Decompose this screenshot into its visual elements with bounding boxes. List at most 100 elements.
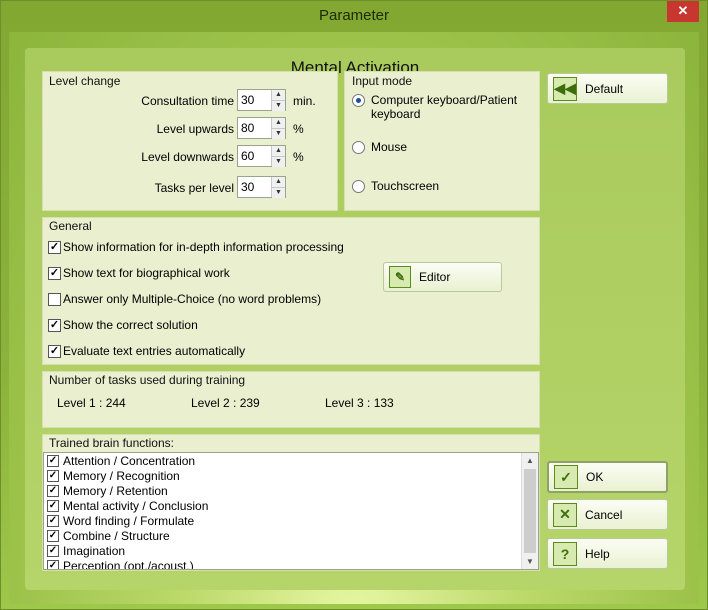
level-3-count: Level 3 : 133 <box>325 396 394 410</box>
edit-note-icon: ✎ <box>389 266 411 288</box>
scroll-down-icon[interactable]: ▼ <box>522 554 538 569</box>
checkbox-label: Show the correct solution <box>63 318 198 332</box>
checkbox-checked-icon[interactable]: ✓ <box>48 344 61 358</box>
checkbox-checked-icon[interactable]: ✓ <box>47 514 59 527</box>
window-title: Parameter <box>318 7 390 24</box>
question-mark-icon: ? <box>553 541 577 566</box>
spin-up-icon[interactable]: ▲ <box>272 146 285 157</box>
list-item[interactable]: ✓ Mental activity / Conclusion <box>44 498 538 513</box>
cancel-button[interactable]: ✕ Cancel <box>547 499 668 530</box>
tasks-per-level-value[interactable]: 30 <box>238 177 271 197</box>
list-item[interactable]: ✓ Combine / Structure <box>44 528 538 543</box>
consultation-time-unit: min. <box>293 94 316 108</box>
checkbox-checked-icon[interactable]: ✓ <box>47 454 59 467</box>
list-item[interactable]: ✓ Perception (opt./acoust.) <box>44 558 538 569</box>
checkbox-checked-icon[interactable]: ✓ <box>48 266 61 280</box>
radio-keyboard-label: Computer keyboard/Patient keyboard <box>371 93 518 121</box>
scroll-up-icon[interactable]: ▲ <box>522 453 538 468</box>
general-label: General <box>49 219 92 233</box>
level-downwards-label: Level downwards <box>141 150 234 164</box>
checkbox-multiple-choice[interactable]: Answer only Multiple-Choice (no word pro… <box>48 292 321 306</box>
ok-button-label: OK <box>586 470 604 484</box>
spin-up-icon[interactable]: ▲ <box>272 90 285 101</box>
checkbox-correct-solution[interactable]: ✓ Show the correct solution <box>48 318 198 332</box>
level-2-count: Level 2 : 239 <box>191 396 260 410</box>
checkbox-label: Evaluate text entries automatically <box>63 344 246 358</box>
parameter-window: Parameter ✕ Mental Activation Level chan… <box>0 0 708 610</box>
checkbox-checked-icon[interactable]: ✓ <box>47 469 59 482</box>
level-upwards-label: Level upwards <box>156 122 234 136</box>
checkbox-evaluate-text[interactable]: ✓ Evaluate text entries automatically <box>48 344 245 358</box>
cancel-button-label: Cancel <box>585 507 623 522</box>
consultation-time-spinner[interactable]: 30 ▲ ▼ <box>237 89 286 111</box>
checkbox-checked-icon[interactable]: ✓ <box>48 240 61 254</box>
rewind-icon: ◀◀ <box>553 76 577 101</box>
checkbox-show-text[interactable]: ✓ Show text for biographical work <box>48 266 230 280</box>
help-button-label: Help <box>585 546 610 561</box>
checkbox-checked-icon[interactable]: ✓ <box>47 544 59 557</box>
spin-up-icon[interactable]: ▲ <box>272 177 285 188</box>
level-upwards-value[interactable]: 80 <box>238 118 271 138</box>
input-mode-label: Input mode <box>352 74 413 88</box>
list-item-label: Combine / Structure <box>63 528 170 543</box>
ok-button[interactable]: ✓ OK <box>547 461 668 493</box>
list-item[interactable]: ✓ Attention / Concentration <box>44 453 538 468</box>
level-downwards-unit: % <box>293 150 304 164</box>
checkmark-icon: ✓ <box>554 465 578 489</box>
list-item[interactable]: ✓ Memory / Retention <box>44 483 538 498</box>
level-change-label: Level change <box>49 74 121 88</box>
editor-button-label: Editor <box>419 270 451 284</box>
level-downwards-spinner[interactable]: 60 ▲ ▼ <box>237 145 286 167</box>
default-button-label: Default <box>585 81 624 96</box>
list-item-label: Memory / Recognition <box>63 468 180 483</box>
radio-mouse[interactable]: Mouse <box>352 140 407 154</box>
spin-down-icon[interactable]: ▼ <box>272 129 285 139</box>
help-button[interactable]: ? Help <box>547 538 668 569</box>
list-item[interactable]: ✓ Word finding / Formulate <box>44 513 538 528</box>
checkbox-checked-icon[interactable]: ✓ <box>48 318 61 332</box>
level-1-count: Level 1 : 244 <box>57 396 126 410</box>
level-upwards-unit: % <box>293 122 304 136</box>
checkbox-show-information[interactable]: ✓ Show information for in-depth informat… <box>48 240 344 254</box>
radio-keyboard[interactable]: Computer keyboard/Patient keyboard <box>352 93 537 121</box>
list-item-label: Word finding / Formulate <box>63 513 195 528</box>
close-button[interactable]: ✕ <box>667 1 699 22</box>
radio-mouse-label: Mouse <box>371 140 408 154</box>
spin-down-icon[interactable]: ▼ <box>272 101 285 111</box>
consultation-time-value[interactable]: 30 <box>238 90 271 110</box>
list-item-label: Mental activity / Conclusion <box>63 498 209 513</box>
radio-selected-icon[interactable] <box>352 94 365 107</box>
list-item[interactable]: ✓ Imagination <box>44 543 538 558</box>
editor-button[interactable]: ✎ Editor <box>383 262 502 292</box>
list-item-label: Memory / Retention <box>63 483 168 498</box>
tasks-label: Number of tasks used during training <box>49 373 246 387</box>
cross-icon: ✕ <box>553 502 577 527</box>
brain-functions-label: Trained brain functions: <box>49 436 174 450</box>
checkbox-checked-icon[interactable]: ✓ <box>47 529 59 542</box>
checkbox-label: Show information for in-depth informatio… <box>63 240 344 254</box>
radio-touchscreen-label: Touchscreen <box>371 179 440 193</box>
tasks-per-level-spinner[interactable]: 30 ▲ ▼ <box>237 176 286 198</box>
scroll-thumb[interactable] <box>524 469 536 553</box>
list-item-label: Attention / Concentration <box>63 453 196 468</box>
default-button[interactable]: ◀◀ Default <box>547 73 668 104</box>
brain-functions-list[interactable]: ✓ Attention / Concentration ✓ Memory / Rec… <box>43 452 539 570</box>
radio-icon[interactable] <box>352 180 365 193</box>
checkbox-checked-icon[interactable]: ✓ <box>47 484 59 497</box>
spin-down-icon[interactable]: ▼ <box>272 188 285 198</box>
consultation-time-label: Consultation time <box>141 94 234 108</box>
tasks-per-level-label: Tasks per level <box>154 181 234 195</box>
checkbox-checked-icon[interactable]: ✓ <box>47 559 59 569</box>
checkbox-unchecked-icon[interactable] <box>48 292 61 306</box>
list-item-label: Imagination <box>63 543 126 558</box>
list-item[interactable]: ✓ Memory / Recognition <box>44 468 538 483</box>
level-upwards-spinner[interactable]: 80 ▲ ▼ <box>237 117 286 139</box>
spin-down-icon[interactable]: ▼ <box>272 157 285 167</box>
list-scrollbar[interactable]: ▲ ▼ <box>521 453 538 569</box>
spin-up-icon[interactable]: ▲ <box>272 118 285 129</box>
checkbox-label: Show text for biographical work <box>63 266 230 280</box>
radio-icon[interactable] <box>352 141 365 154</box>
level-downwards-value[interactable]: 60 <box>238 146 271 166</box>
radio-touchscreen[interactable]: Touchscreen <box>352 179 439 193</box>
checkbox-checked-icon[interactable]: ✓ <box>47 499 59 512</box>
